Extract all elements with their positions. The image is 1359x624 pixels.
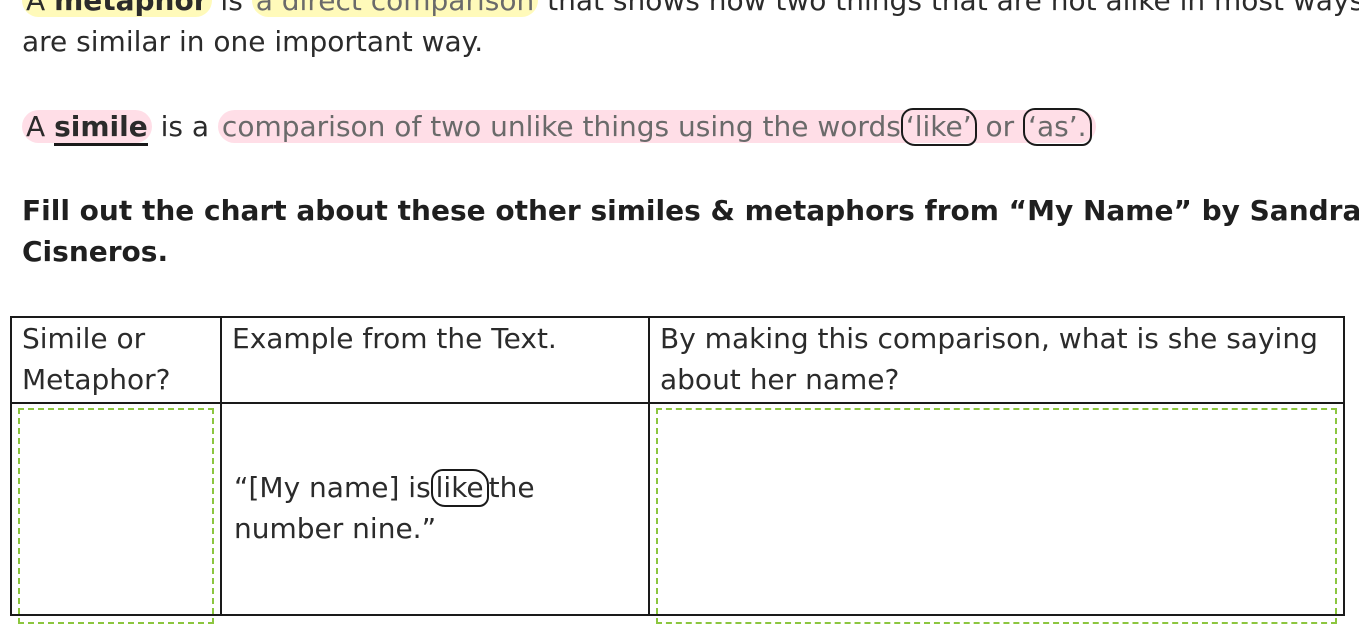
metaphor-term: metaphor [54, 0, 208, 17]
instructions-line2: Cisneros. [22, 235, 169, 268]
cell-meaning-answer [648, 402, 1345, 624]
example-quote: “[My name] is like the number nine.” [234, 469, 535, 545]
circled-word-like-example: like [430, 469, 489, 507]
circled-word-like: ‘like’ [900, 108, 977, 146]
metaphor-term-highlight: A metaphor [22, 0, 212, 17]
metaphor-definition-line2: are similar in one important way. [22, 25, 484, 58]
cell-type-answer [10, 402, 222, 624]
header-simile-or-metaphor: Simile or Metaphor? [10, 316, 222, 404]
type-answer-box[interactable] [18, 408, 214, 624]
cell-example: “[My name] is like the number nine.” [220, 402, 650, 616]
simile-metaphor-chart: Simile or Metaphor? Example from the Text… [10, 316, 1345, 624]
circled-word-as: ‘as’. [1023, 108, 1092, 146]
header-example: Example from the Text. [220, 316, 650, 404]
simile-term-highlight: A simile [22, 110, 152, 146]
simile-highlight-phrase: comparison of two unlike things using th… [217, 108, 1096, 146]
instructions-line1: Fill out the chart about these other sim… [22, 194, 1359, 227]
meaning-answer-box[interactable] [656, 408, 1337, 624]
header-comparison-meaning: By making this comparison, what is she s… [648, 316, 1345, 404]
metaphor-highlight-phrase: a direct comparison [251, 0, 539, 17]
simile-definition: A simile is a comparison of two unlike t… [22, 106, 1096, 147]
simile-term: simile [54, 110, 148, 146]
metaphor-definition-rest: that shows how two things that are not a… [538, 0, 1359, 17]
metaphor-definition: A metaphor is a direct comparison that s… [22, 0, 1359, 62]
instructions: Fill out the chart about these other sim… [22, 190, 1359, 272]
